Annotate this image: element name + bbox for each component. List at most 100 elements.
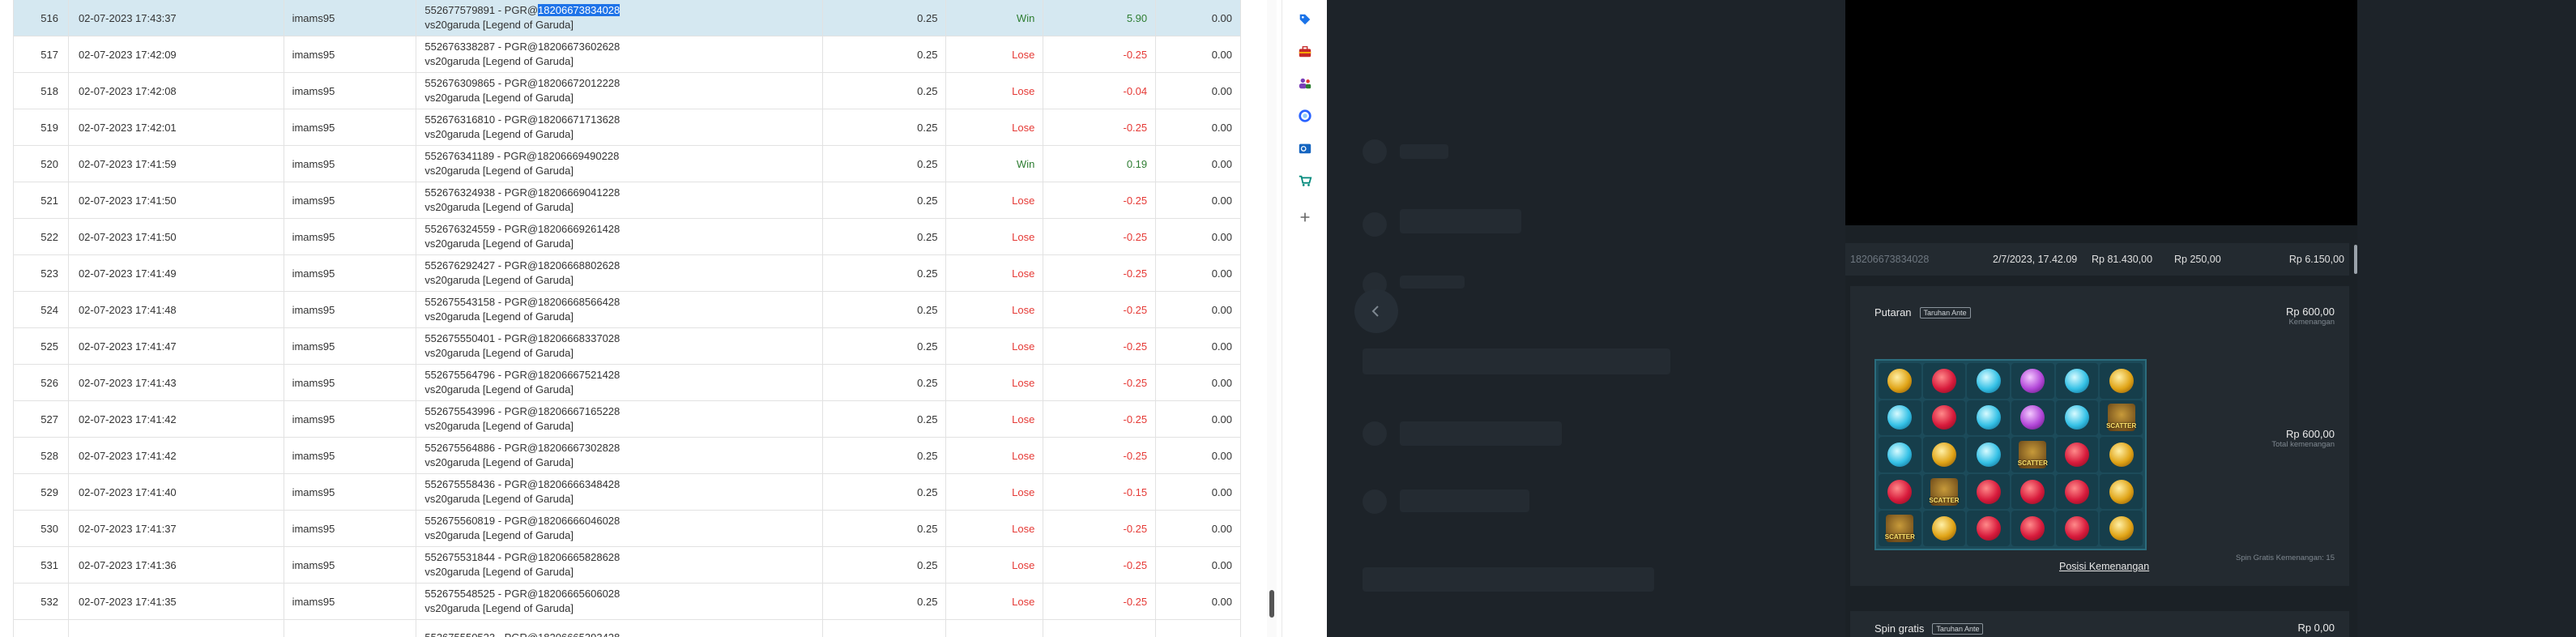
row-number: 520	[14, 146, 69, 182]
game-name: vs20garuda [Legend of Garuda]	[424, 274, 574, 286]
bet-datetime: 02-07-2023 17:42:09	[69, 36, 284, 72]
bet-amount: 0.25	[823, 109, 947, 145]
row-number: 532	[14, 584, 69, 619]
table-row[interactable]: 525 02-07-2023 17:41:47 imams95 55267555040…	[13, 328, 1241, 365]
table-row[interactable]: 522 02-07-2023 17:41:50 imams95 55267632455…	[13, 219, 1241, 255]
table-row[interactable]: 518 02-07-2023 17:42:08 imams95 55267630986…	[13, 73, 1241, 109]
table-row[interactable]: 531 02-07-2023 17:41:36 imams95 55267553184…	[13, 547, 1241, 584]
gem-symbol-red	[2011, 473, 2054, 510]
balance: 0.00	[1211, 449, 1233, 462]
bet-detail: 552675564796 - PGR@18206667521428 vs20gar…	[416, 365, 823, 400]
bet-datetime: 02-07-2023 17:41:59	[69, 146, 284, 182]
table-row[interactable]: 523 02-07-2023 17:41:49 imams95 55267629242…	[13, 255, 1241, 292]
table-row[interactable]: 526 02-07-2023 17:41:43 imams95 55267556479…	[13, 365, 1241, 401]
table-scroll-thumb[interactable]	[1269, 590, 1274, 618]
table-row[interactable]: 530 02-07-2023 17:41:37 imams95 55267556081…	[13, 511, 1241, 547]
round-summary-row[interactable]: 18206673834028 2/7/2023, 17.42.09 Rp 81.…	[1845, 243, 2349, 276]
row-number: 526	[14, 365, 69, 400]
blue-gem-icon	[1976, 405, 2001, 430]
win-loss-amount: -0.25	[1043, 365, 1157, 400]
table-row[interactable]: 517 02-07-2023 17:42:09 imams95 55267633828…	[13, 36, 1241, 73]
transaction-id-text: 552677579891 - PGR@	[424, 4, 539, 16]
table-row[interactable]: 524 02-07-2023 17:41:48 imams95 55267554315…	[13, 292, 1241, 328]
bet-datetime: 02-07-2023 17:41:49	[69, 255, 284, 291]
bet-amount: 0.25	[823, 547, 947, 583]
username: imams95	[284, 292, 417, 327]
gem-symbol-blue	[2055, 400, 2099, 436]
gem-symbol-red	[1967, 473, 2010, 510]
balance: 0.00	[1211, 558, 1233, 571]
table-row[interactable]: 519 02-07-2023 17:42:01 imams95 55267631681…	[13, 109, 1241, 146]
transaction-id-text: 552676316810 - PGR@18206671713628	[424, 113, 621, 126]
win-loss-amount: -0.15	[1043, 474, 1157, 510]
tag-icon[interactable]	[1297, 11, 1313, 28]
win-loss-amount: -0.25	[1043, 36, 1157, 72]
freespin-amount: Rp 0,00	[2297, 622, 2335, 634]
table-row[interactable]: 516 02-07-2023 17:43:37 imams95 55267757989…	[13, 0, 1241, 36]
bet-datetime: 02-07-2023 17:41:43	[69, 365, 284, 400]
gem-symbol-red	[2055, 473, 2099, 510]
balance	[1156, 620, 1240, 637]
gold-gem-icon	[2109, 479, 2134, 504]
table-row[interactable]: 527 02-07-2023 17:41:42 imams95 55267554399…	[13, 401, 1241, 438]
cart-icon[interactable]	[1297, 173, 1313, 189]
username: imams95	[284, 584, 417, 619]
transaction-id-text: 552676338287 - PGR@18206673602628	[424, 41, 621, 53]
row-number	[14, 620, 69, 637]
gem-symbol-gold	[1922, 511, 1966, 546]
bet-detail: 552675550523 - PGR@18206665393428	[416, 620, 823, 637]
game-history-viewer: 18206673834028 2/7/2023, 17.42.09 Rp 81.…	[1327, 0, 2576, 637]
game-name: vs20garuda [Legend of Garuda]	[424, 383, 574, 395]
chevron-left-icon	[1371, 306, 1379, 317]
win-positions-link[interactable]: Posisi Kemenangan	[2059, 561, 2149, 572]
gold-gem-icon	[1931, 516, 1956, 541]
bet-amount: 0.25	[823, 438, 947, 473]
bet-detail: 552676309865 - PGR@18206672012228 vs20gar…	[416, 73, 823, 109]
game-name: vs20garuda [Legend of Garuda]	[424, 420, 574, 432]
outlook-icon[interactable]	[1297, 140, 1313, 156]
back-button[interactable]	[1354, 289, 1398, 333]
username: imams95	[284, 146, 417, 182]
bet-result: Lose	[946, 474, 1044, 510]
toolbox-icon[interactable]	[1297, 44, 1313, 60]
plus-icon[interactable]	[1297, 209, 1313, 225]
win-loss-amount: -0.25	[1043, 328, 1157, 364]
total-win-label: Total kemenangan	[2271, 440, 2335, 449]
bet-result: Lose	[946, 584, 1044, 619]
bet-result: Lose	[946, 401, 1044, 437]
people-icon[interactable]	[1297, 75, 1313, 92]
username: imams95	[284, 219, 417, 254]
freespin-row[interactable]: Spin gratis Taruhan Ante Rp 0,00	[1850, 611, 2349, 637]
bet-amount: 0.25	[823, 474, 947, 510]
transaction-id-text: 552675531844 - PGR@18206665828628	[424, 551, 621, 563]
game-name: vs20garuda [Legend of Garuda]	[424, 128, 574, 140]
scatter-symbol: SCATTER	[1879, 511, 1921, 546]
table-scrollbar[interactable]	[1267, 0, 1277, 637]
transaction-id-text: 552675550523 - PGR@18206665393428	[424, 631, 620, 637]
transaction-id-text: 552676324559 - PGR@18206669261428	[424, 223, 621, 235]
balance: 0.00	[1211, 194, 1233, 207]
ring-icon[interactable]	[1297, 108, 1313, 124]
row-number: 521	[14, 182, 69, 218]
username: imams95	[284, 547, 417, 583]
table-row[interactable]: 532 02-07-2023 17:41:35 imams95 55267554852…	[13, 584, 1241, 620]
scatter-label: SCATTER	[1929, 477, 1960, 506]
bet-amount: 0.25	[823, 219, 947, 254]
scatter-label: SCATTER	[2018, 440, 2048, 468]
bet-result: Lose	[946, 73, 1044, 109]
spin-detail-card: Putaran Taruhan Ante Rp 600,00 Kemenangan…	[1850, 286, 2349, 586]
red-gem-icon	[2020, 516, 2045, 541]
balance: 0.00	[1211, 303, 1233, 316]
red-gem-icon	[2020, 479, 2045, 504]
table-row[interactable]: 552675550523 - PGR@18206665393428	[13, 620, 1241, 637]
table-row[interactable]: 521 02-07-2023 17:41:50 imams95 55267632493…	[13, 182, 1241, 219]
gem-symbol-red	[1922, 400, 1966, 436]
table-row[interactable]: 529 02-07-2023 17:41:40 imams95 55267555843…	[13, 474, 1241, 511]
gem-symbol-blue	[1967, 400, 2010, 436]
table-row[interactable]: 520 02-07-2023 17:41:59 imams95 55267634118…	[13, 146, 1241, 182]
transaction-id-text: 552675564796 - PGR@18206667521428	[424, 369, 621, 381]
win-loss-amount: -0.25	[1043, 182, 1157, 218]
reel-grid: SCATTER SCATTER SCATTER SCATTER	[1874, 359, 2147, 550]
bet-result: Win	[946, 146, 1044, 182]
table-row[interactable]: 528 02-07-2023 17:41:42 imams95 55267556488…	[13, 438, 1241, 474]
